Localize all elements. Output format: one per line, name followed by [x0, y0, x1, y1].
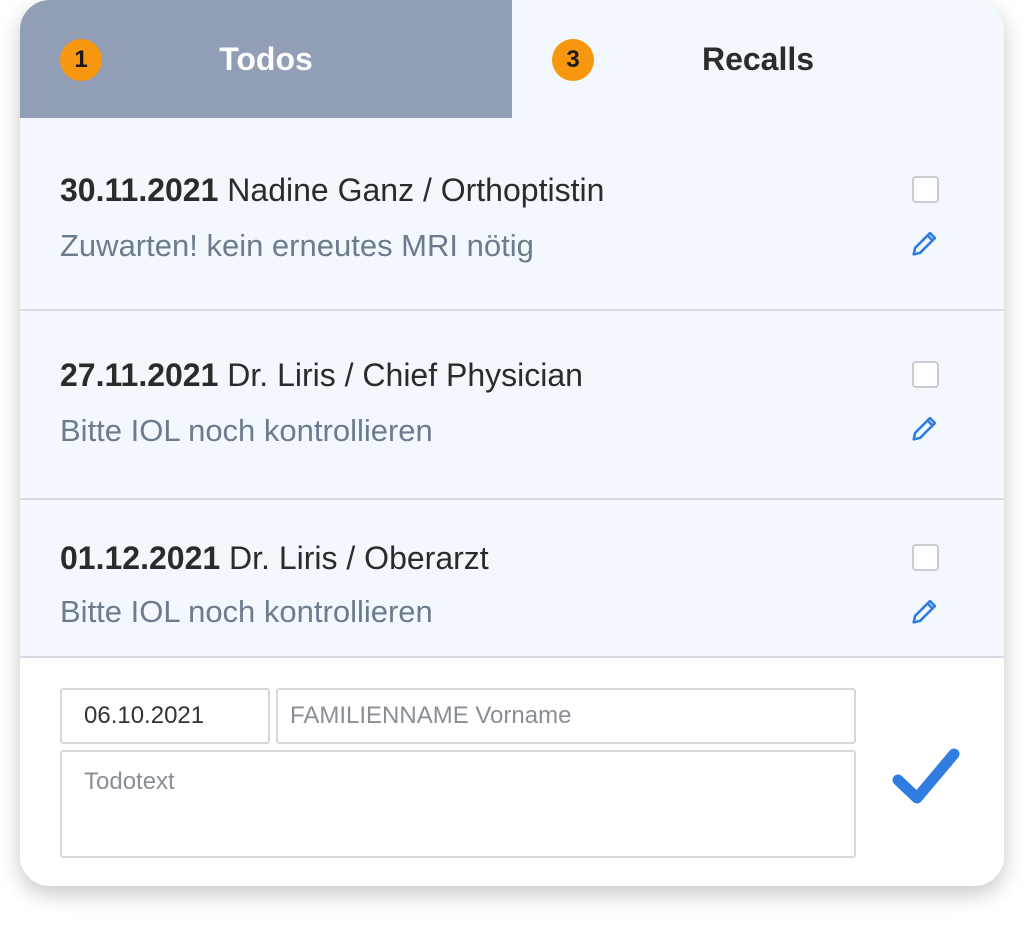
todo-item: 01.12.2021 Dr. Liris / Oberarzt Bitte IO… — [20, 500, 1004, 658]
todo-item-text: Zuwarten! kein erneutes MRI nötig — [60, 228, 534, 263]
new-todo-form — [20, 658, 1004, 886]
todo-item-author: Dr. Liris / Chief Physician — [227, 357, 583, 393]
checkmark-icon[interactable] — [892, 746, 960, 808]
todo-item-date: 01.12.2021 — [60, 540, 221, 576]
todo-item-date: 27.11.2021 — [60, 357, 219, 393]
recalls-count-badge: 3 — [552, 39, 594, 81]
todos-count-badge: 1 — [60, 39, 102, 81]
tab-bar: 1 Todos 3 Recalls — [20, 0, 1004, 118]
todo-done-checkbox[interactable] — [912, 544, 939, 571]
date-input[interactable] — [60, 688, 270, 744]
todo-item-header: 27.11.2021 Dr. Liris / Chief Physician — [60, 357, 583, 394]
todo-item-author: Nadine Ganz / Orthoptistin — [227, 172, 605, 208]
tab-recalls-label: Recalls — [701, 40, 815, 77]
pencil-icon[interactable] — [908, 594, 942, 628]
patient-name-input[interactable] — [276, 688, 856, 744]
tab-recalls[interactable]: 3 Recalls — [512, 0, 1004, 118]
todo-done-checkbox[interactable] — [912, 361, 939, 388]
todo-item: 27.11.2021 Dr. Liris / Chief Physician B… — [20, 311, 1004, 500]
pencil-icon[interactable] — [908, 411, 942, 445]
todo-item-text: Bitte IOL noch kontrollieren — [60, 413, 433, 448]
todo-item-text: Bitte IOL noch kontrollieren — [60, 594, 433, 629]
todo-text-input[interactable] — [60, 750, 856, 858]
todo-item-header: 30.11.2021 Nadine Ganz / Orthoptistin — [60, 172, 604, 209]
todo-item-author: Dr. Liris / Oberarzt — [229, 540, 489, 576]
pencil-icon[interactable] — [908, 226, 942, 260]
tab-todos[interactable]: 1 Todos — [20, 0, 512, 118]
todo-item-date: 30.11.2021 — [60, 172, 219, 208]
todo-done-checkbox[interactable] — [912, 176, 939, 203]
todo-card: 1 Todos 3 Recalls 30.11.2021 Nadine Ganz… — [20, 0, 1004, 886]
todo-item-header: 01.12.2021 Dr. Liris / Oberarzt — [60, 540, 489, 577]
tab-todos-label: Todos — [219, 40, 313, 77]
todo-item: 30.11.2021 Nadine Ganz / Orthoptistin Zu… — [20, 118, 1004, 311]
